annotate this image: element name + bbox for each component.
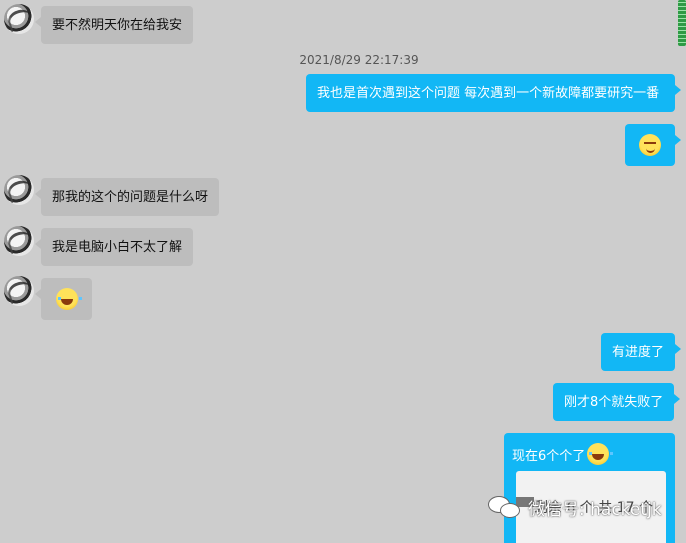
message-caption: 现在6个个了 (512, 443, 614, 465)
contact-avatar[interactable] (4, 226, 34, 256)
message-text: 那我的这个的问题是什么呀 (52, 189, 209, 205)
chat-window: 要不然明天你在给我安 2021/8/29 22:17:39 我也是首次遇到这个问… (0, 0, 686, 543)
message-bubble-outgoing[interactable]: 刚才8个就失败了 (553, 383, 681, 421)
message-text: 要不然明天你在给我安 (52, 17, 183, 33)
scrollbar-thumb[interactable] (678, 0, 686, 46)
laugh-emoji-icon (587, 443, 614, 465)
message-text: 现在6个个了 (512, 448, 586, 464)
contact-avatar[interactable] (4, 175, 34, 205)
smirk-emoji-icon (639, 134, 661, 156)
message-bubble-outgoing[interactable]: 有进度了 (601, 333, 682, 371)
wechat-icon (488, 495, 522, 520)
laugh-emoji-icon (55, 288, 82, 310)
message-timestamp: 2021/8/29 22:17:39 (299, 53, 419, 67)
message-bubble-incoming[interactable] (35, 278, 92, 320)
message-text: 我也是首次遇到这个问题 每次遇到一个新故障都要研究一番 (317, 85, 660, 101)
message-text: 我是电脑小白不太了解 (52, 239, 183, 255)
message-text: 有进度了 (612, 344, 665, 360)
contact-avatar[interactable] (4, 4, 34, 34)
message-bubble-incoming[interactable]: 要不然明天你在给我安 (34, 6, 194, 44)
message-text: 刚才8个就失败了 (564, 394, 664, 410)
message-bubble-incoming[interactable]: 我是电脑小白不太了解 (34, 228, 194, 266)
message-bubble-incoming[interactable]: 那我的这个的问题是什么呀 (34, 178, 220, 216)
wechat-watermark: 微信号: hacketjk (488, 495, 662, 520)
contact-avatar[interactable] (4, 276, 34, 306)
watermark-text: 微信号: hacketjk (528, 500, 662, 520)
message-bubble-outgoing-image[interactable]: 现在6个个了 剩余 6 个 共 17 个 (504, 433, 675, 543)
message-bubble-outgoing[interactable] (625, 124, 681, 166)
message-bubble-outgoing[interactable]: 我也是首次遇到这个问题 每次遇到一个新故障都要研究一番 (306, 74, 681, 112)
